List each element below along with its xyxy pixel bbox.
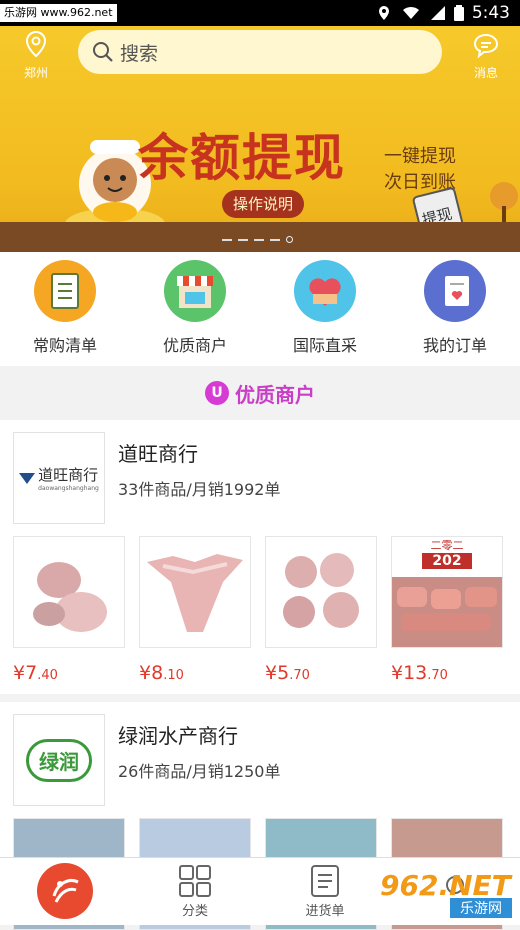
product-tag-number: 202 — [422, 553, 472, 569]
merchant-name: 绿润水产商行 — [118, 724, 238, 748]
product-image — [265, 536, 377, 648]
clock: 5:43 — [471, 3, 510, 23]
grid-icon — [179, 865, 211, 897]
quick-link-label: 优质商户 — [162, 336, 227, 355]
tab-categories[interactable]: 分类 — [130, 858, 260, 925]
wifi-icon — [402, 6, 419, 19]
product-price: ¥5.70 — [265, 662, 310, 684]
merchant-card[interactable]: 道旺商行 daowangshanghang 道旺商行 33件商品/月销1992单… — [0, 420, 520, 694]
product-image — [13, 536, 125, 648]
merchant-card[interactable]: 绿润 绿润水产商行 26件商品/月销1250单 — [0, 702, 520, 930]
product-image: 二零二 202 — [391, 536, 503, 648]
tab-label: 进货单 — [305, 904, 345, 919]
merchant-logo: 绿润 — [13, 714, 105, 806]
quick-link-label: 国际直采 — [292, 336, 357, 355]
search-icon — [93, 42, 113, 62]
merchant-logo: 道旺商行 daowangshanghang — [13, 432, 105, 524]
merchant-mark-icon — [19, 473, 36, 484]
product-row: ¥7.40 ¥8.10 ¥5.70 二零二 202 ¥13.70 — [0, 524, 520, 684]
tab-purchase-list[interactable]: 进货单 — [260, 858, 390, 925]
quick-link-frequent-list[interactable]: 常购清单 — [0, 252, 130, 366]
section-logo-icon: U — [205, 381, 229, 405]
home-logo-icon — [37, 862, 93, 919]
location-label: 郑州 — [23, 66, 48, 80]
product-card[interactable]: 二零二 202 ¥13.70 — [391, 536, 503, 684]
quick-link-label: 常购清单 — [32, 336, 97, 355]
merchant-logo-text: 绿润 — [39, 749, 79, 774]
product-price: ¥8.10 — [139, 662, 184, 684]
messages-label: 消息 — [473, 66, 498, 80]
section-title: 优质商户 — [235, 382, 315, 407]
merchant-stats: 26件商品/月销1250单 — [118, 762, 281, 781]
quick-links: 常购清单 优质商户 国际直采 我的订单 — [0, 252, 520, 366]
product-price: ¥13.70 — [391, 662, 448, 684]
storefront-icon — [164, 260, 226, 322]
quick-link-my-orders[interactable]: 我的订单 — [390, 252, 520, 366]
banner-title: 余额提现 — [138, 128, 346, 187]
location-selector[interactable]: 郑州 — [18, 30, 54, 81]
site-watermark: 962.NET 乐游网 — [380, 872, 520, 922]
quick-link-label: 我的订单 — [422, 336, 487, 355]
merchant-stats: 33件商品/月销1992单 — [118, 480, 281, 499]
location-status-icon — [378, 6, 389, 20]
search-bar[interactable]: 搜索 — [78, 30, 442, 74]
product-image — [139, 536, 251, 648]
merchant-logo-text: 道旺商行 — [38, 466, 99, 484]
list-document-icon — [311, 865, 339, 897]
chat-bubble-icon — [473, 33, 499, 59]
quick-link-quality-merchants[interactable]: 优质商户 — [130, 252, 260, 366]
tab-label: 分类 — [181, 904, 208, 919]
battery-icon — [453, 5, 464, 21]
checklist-icon — [34, 260, 96, 322]
section-header: U 优质商户 — [0, 366, 520, 420]
status-bar: 乐游网 www.962.net 5:43 — [0, 0, 520, 26]
heart-box-icon — [294, 260, 356, 322]
instructions-button[interactable]: 操作说明 — [222, 190, 304, 218]
product-price: ¥7.40 — [13, 662, 58, 684]
merchant-logo-sub: daowangshanghang — [38, 485, 99, 492]
product-card[interactable]: ¥7.40 — [13, 536, 125, 684]
messages-button[interactable]: 消息 — [466, 32, 506, 81]
order-heart-icon — [424, 260, 486, 322]
search-placeholder: 搜索 — [120, 42, 159, 65]
merchant-name: 道旺商行 — [118, 442, 198, 466]
product-card[interactable]: ¥8.10 — [139, 536, 251, 684]
watermark-brand: 962.NET — [380, 869, 511, 902]
carousel-indicator — [222, 236, 293, 243]
tab-home[interactable] — [0, 858, 130, 925]
source-label: 乐游网 www.962.net — [0, 4, 117, 22]
product-tag-top: 二零二 — [430, 539, 464, 552]
signal-icon — [430, 6, 445, 20]
product-card[interactable]: ¥5.70 — [265, 536, 377, 684]
quick-link-international[interactable]: 国际直采 — [260, 252, 390, 366]
location-pin-icon — [25, 30, 47, 58]
